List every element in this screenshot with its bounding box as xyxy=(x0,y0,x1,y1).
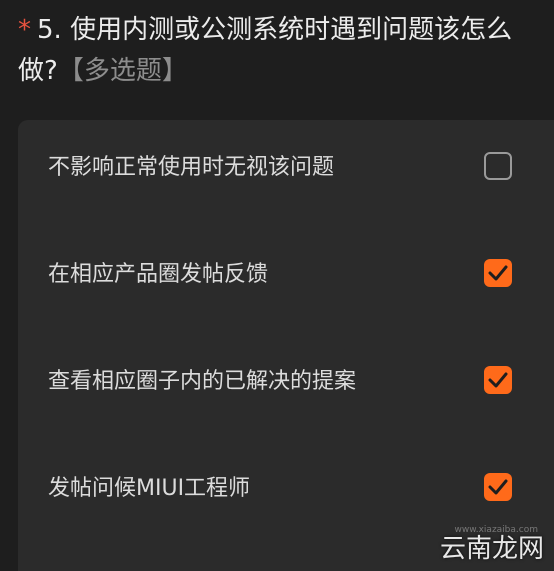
question-type-label: 【多选题】 xyxy=(57,56,188,86)
checkmark-icon xyxy=(488,372,508,388)
checkbox-checked[interactable] xyxy=(484,366,512,394)
option-item[interactable]: 查看相应圈子内的已解决的提案 xyxy=(18,334,554,434)
checkbox-checked[interactable] xyxy=(484,259,512,287)
option-label: 查看相应圈子内的已解决的提案 xyxy=(48,369,357,394)
watermark-brand: 云南龙网 xyxy=(439,534,544,564)
option-label: 发帖问候MIUI工程师 xyxy=(48,476,251,501)
checkmark-icon xyxy=(488,479,508,495)
question-title: * 5. 使用内测或公测系统时遇到问题该怎么做?【多选题】 xyxy=(18,10,538,92)
checkbox-checked[interactable] xyxy=(484,473,512,501)
option-item[interactable]: 在相应产品圈发帖反馈 xyxy=(18,227,554,327)
options-card: 不影响正常使用时无视该问题 在相应产品圈发帖反馈 查看相应圈子内的已解决的提案 … xyxy=(18,120,554,571)
checkmark-icon xyxy=(488,265,508,281)
checkbox-unchecked[interactable] xyxy=(484,152,512,180)
required-star: * xyxy=(18,15,31,45)
option-label: 不影响正常使用时无视该问题 xyxy=(48,155,335,180)
option-label: 在相应产品圈发帖反馈 xyxy=(48,262,269,287)
option-item[interactable]: 不影响正常使用时无视该问题 xyxy=(18,120,554,220)
